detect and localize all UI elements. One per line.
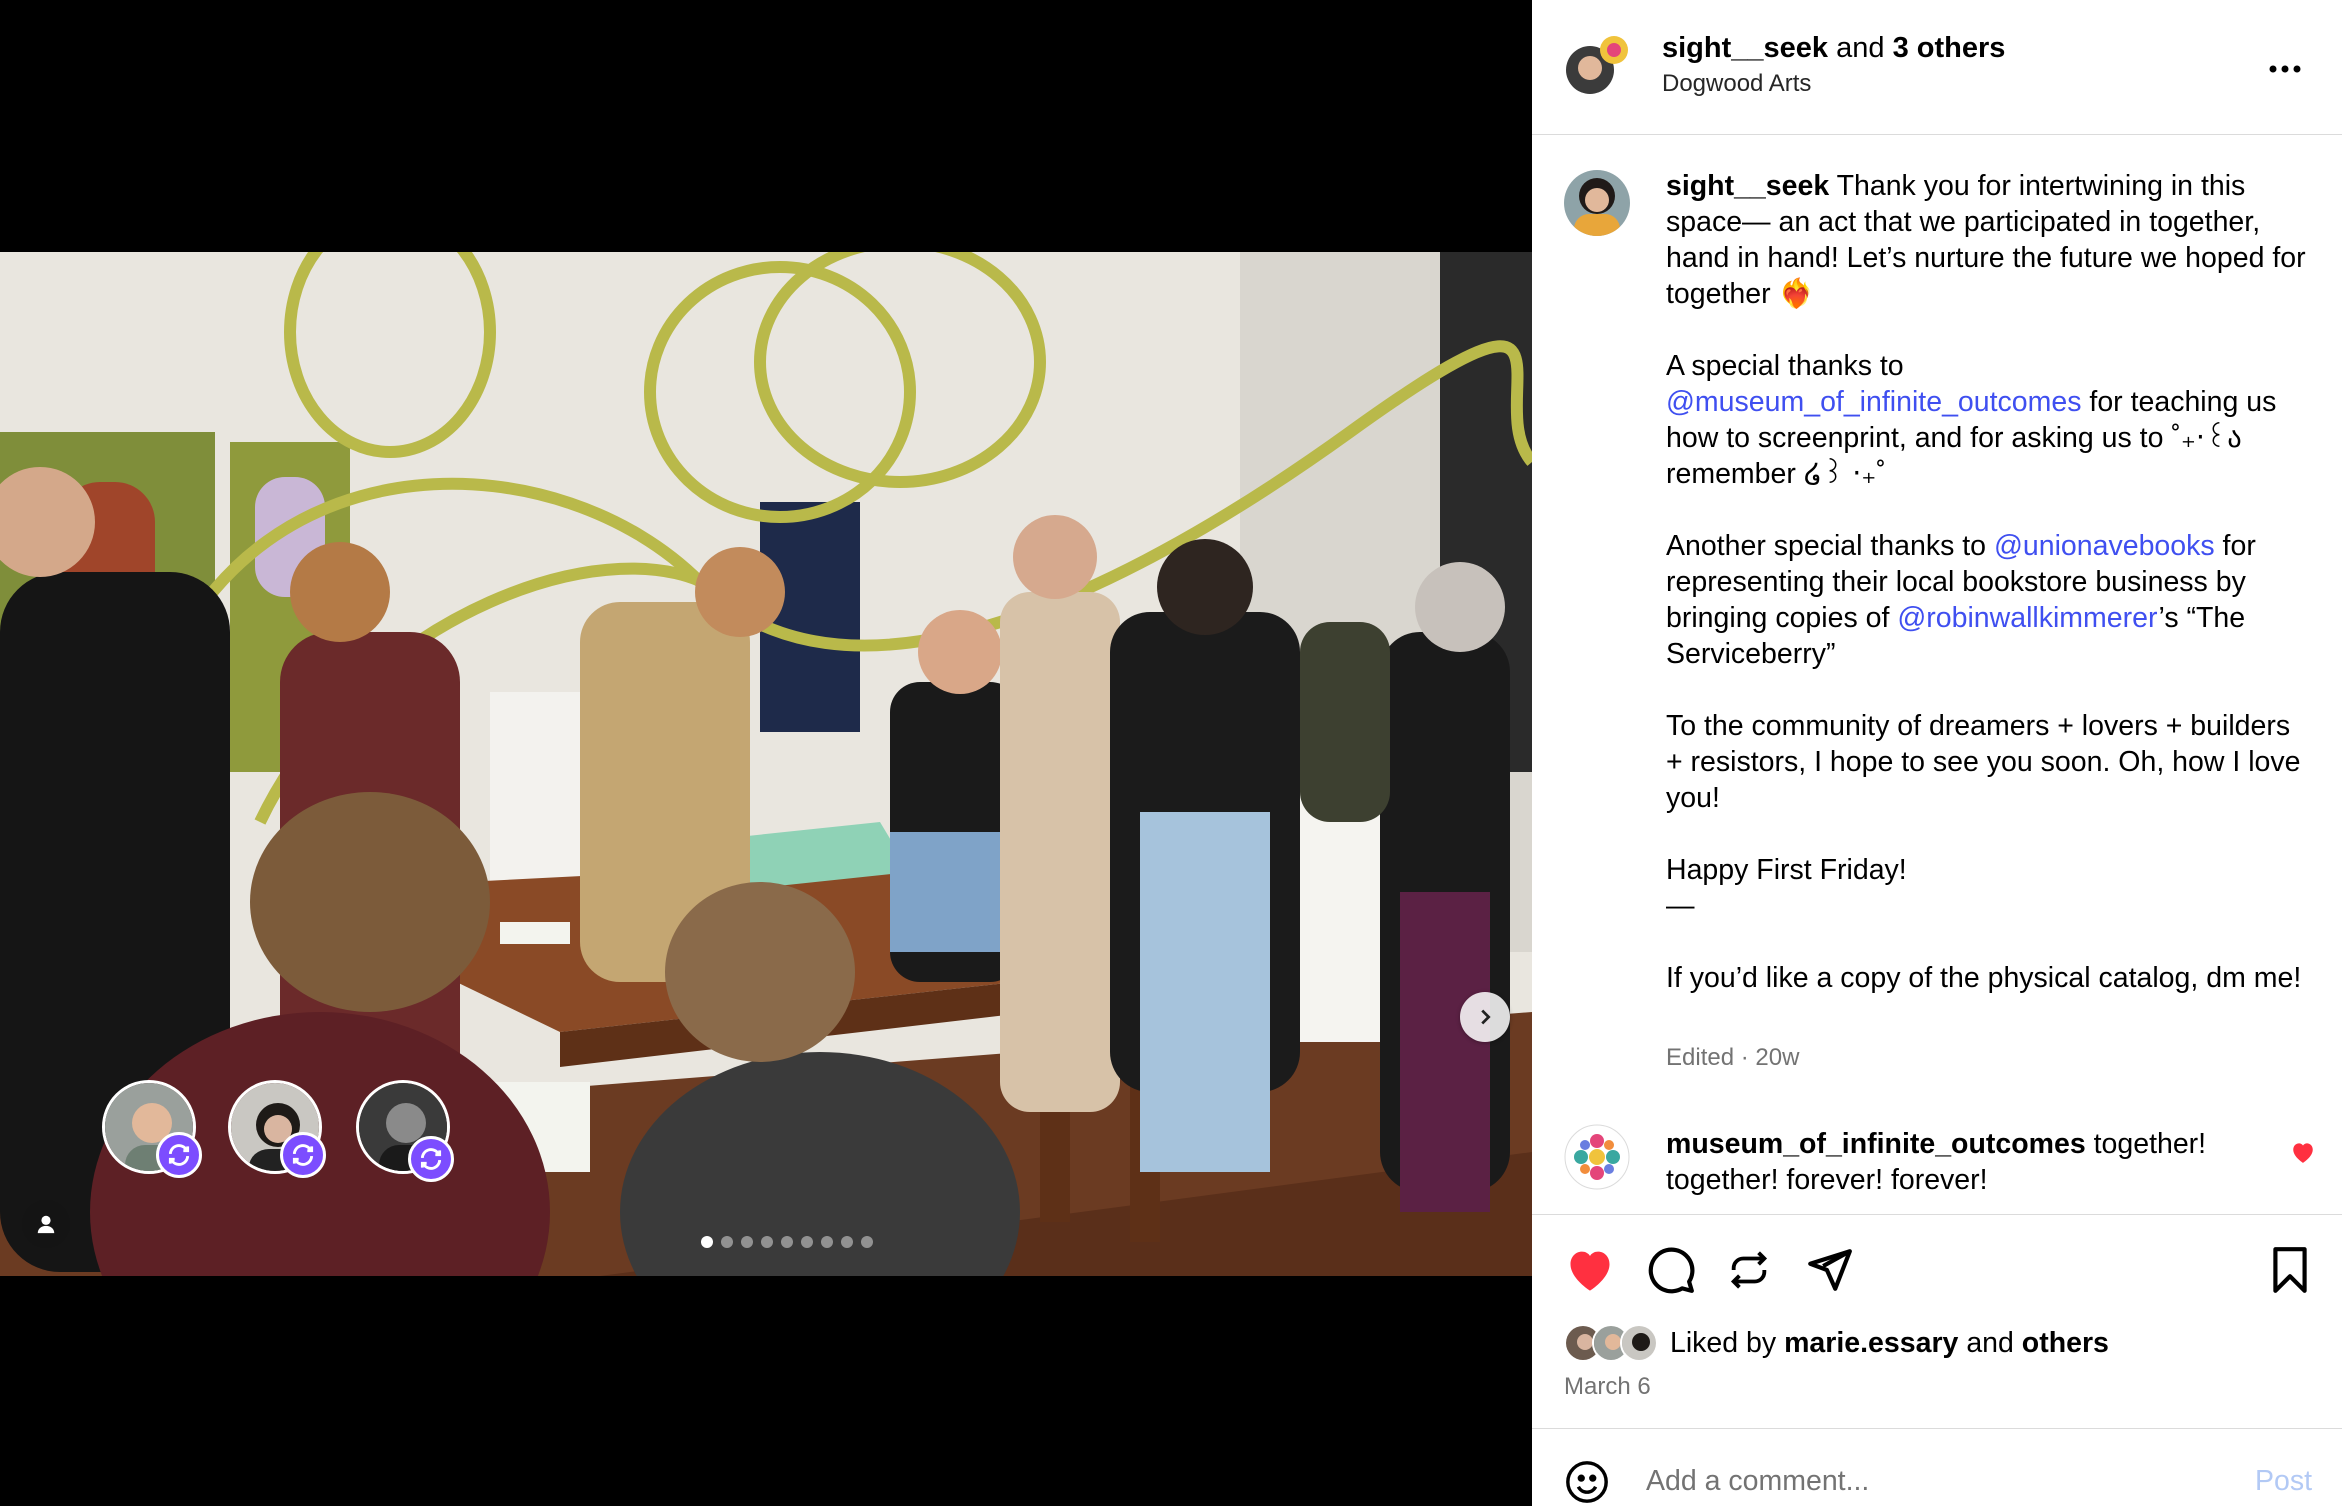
mention-museum-link[interactable]: @museum_of_infinite_outcomes (1666, 386, 2081, 418)
user-tag-icon (37, 1215, 55, 1234)
comment-icon (1648, 1247, 1695, 1294)
heart-icon (2293, 1143, 2313, 1163)
post-media (0, 0, 1532, 1506)
carousel-dot (861, 1236, 873, 1248)
caption-username-link[interactable]: sight__seek (1666, 170, 1829, 202)
mention-robinwallkimmerer-link[interactable]: @robinwallkimmerer (1897, 602, 2158, 634)
caption-paragraph-2-start: A special thanks to (1666, 350, 1904, 382)
liker-avatar (1620, 1324, 1658, 1362)
author-avatar[interactable] (1562, 30, 1632, 105)
share-icon (1808, 1249, 1852, 1291)
add-comment-bar: Post (1532, 1428, 2342, 1506)
like-button[interactable] (1564, 1245, 1616, 1298)
comment-button[interactable] (1646, 1245, 1696, 1300)
emoji-picker-button[interactable] (1564, 1459, 1610, 1506)
carousel-dot (721, 1236, 733, 1248)
post-side-panel: sight__seek and 3 others Dogwood Arts si… (1532, 0, 2342, 1506)
more-options-button[interactable] (2268, 44, 2302, 83)
liked-by-text: Liked by marie.essary and others (1670, 1327, 2109, 1360)
heart-icon (1570, 1251, 1610, 1291)
liked-by-and: and (1966, 1326, 2014, 1359)
others-link[interactable]: 3 others (1893, 32, 2006, 64)
repost-badge-icon (280, 1132, 326, 1178)
liked-by-prefix: Liked by (1670, 1326, 1777, 1359)
comment-text: museum_of_infinite_outcomes together! to… (1666, 1126, 2246, 1198)
repost-badge-icon (408, 1136, 454, 1182)
emoji-icon (1566, 1461, 1608, 1503)
more-icon (2269, 65, 2301, 73)
liked-by: Liked by marie.essary and others (1564, 1323, 2109, 1363)
liker-username-link[interactable]: marie.essary (1784, 1327, 1958, 1359)
carousel-dot (801, 1236, 813, 1248)
likers-others-link[interactable]: others (2022, 1327, 2109, 1359)
post-authors: sight__seek and 3 others (1662, 30, 2005, 66)
carousel-dot (761, 1236, 773, 1248)
commenter-avatar[interactable] (1564, 1124, 1630, 1195)
caption-paragraph-6: If you’d like a copy of the physical cat… (1666, 962, 2302, 994)
caption-paragraph-5: Happy First Friday! — (1666, 854, 1907, 922)
commenter-username-link[interactable]: museum_of_infinite_outcomes (1666, 1128, 2086, 1160)
carousel-dot (821, 1236, 833, 1248)
mention-unionavebooks-link[interactable]: @unionavebooks (1994, 530, 2215, 562)
post-photo[interactable] (0, 252, 1532, 1276)
caption-paragraph-3-start: Another special thanks to (1666, 530, 1987, 562)
caption-text: sight__seek Thank you for intertwining i… (1666, 168, 2306, 1032)
comment-input[interactable] (1646, 1459, 2206, 1503)
carousel-dot (741, 1236, 753, 1248)
carousel-next-button[interactable] (1460, 992, 1510, 1042)
save-button[interactable] (2268, 1245, 2312, 1300)
carousel-dot (701, 1236, 713, 1248)
author-username-link[interactable]: sight__seek (1662, 32, 1828, 64)
caption-meta: Edited · 20w (1666, 1044, 1800, 1071)
authors-conjunction: and (1836, 32, 1885, 64)
carousel-indicator (0, 1236, 1532, 1248)
post-comment-button[interactable]: Post (2255, 1465, 2312, 1498)
repost-badge-icon (156, 1132, 202, 1178)
liker-avatars[interactable] (1564, 1324, 1658, 1362)
caption-paragraph-4: To the community of dreamers + lovers + … (1666, 710, 2309, 814)
bookmark-icon (2273, 1247, 2307, 1293)
chevron-right-icon (1481, 1009, 1491, 1025)
post-date[interactable]: March 6 (1564, 1373, 1651, 1401)
carousel-dot (781, 1236, 793, 1248)
carousel-dot (841, 1236, 853, 1248)
share-button[interactable] (1804, 1245, 1854, 1300)
comment-item: museum_of_infinite_outcomes together! to… (1532, 1118, 2342, 1213)
post-caption: sight__seek Thank you for intertwining i… (1532, 136, 2342, 1216)
repost-icon (1730, 1251, 1768, 1289)
comment-like-button[interactable] (2290, 1140, 2316, 1169)
post-location-link[interactable]: Dogwood Arts (1662, 70, 1811, 98)
caption-author-avatar[interactable] (1564, 170, 1630, 241)
post-header: sight__seek and 3 others Dogwood Arts (1532, 0, 2342, 135)
repost-button[interactable] (1726, 1245, 1772, 1300)
